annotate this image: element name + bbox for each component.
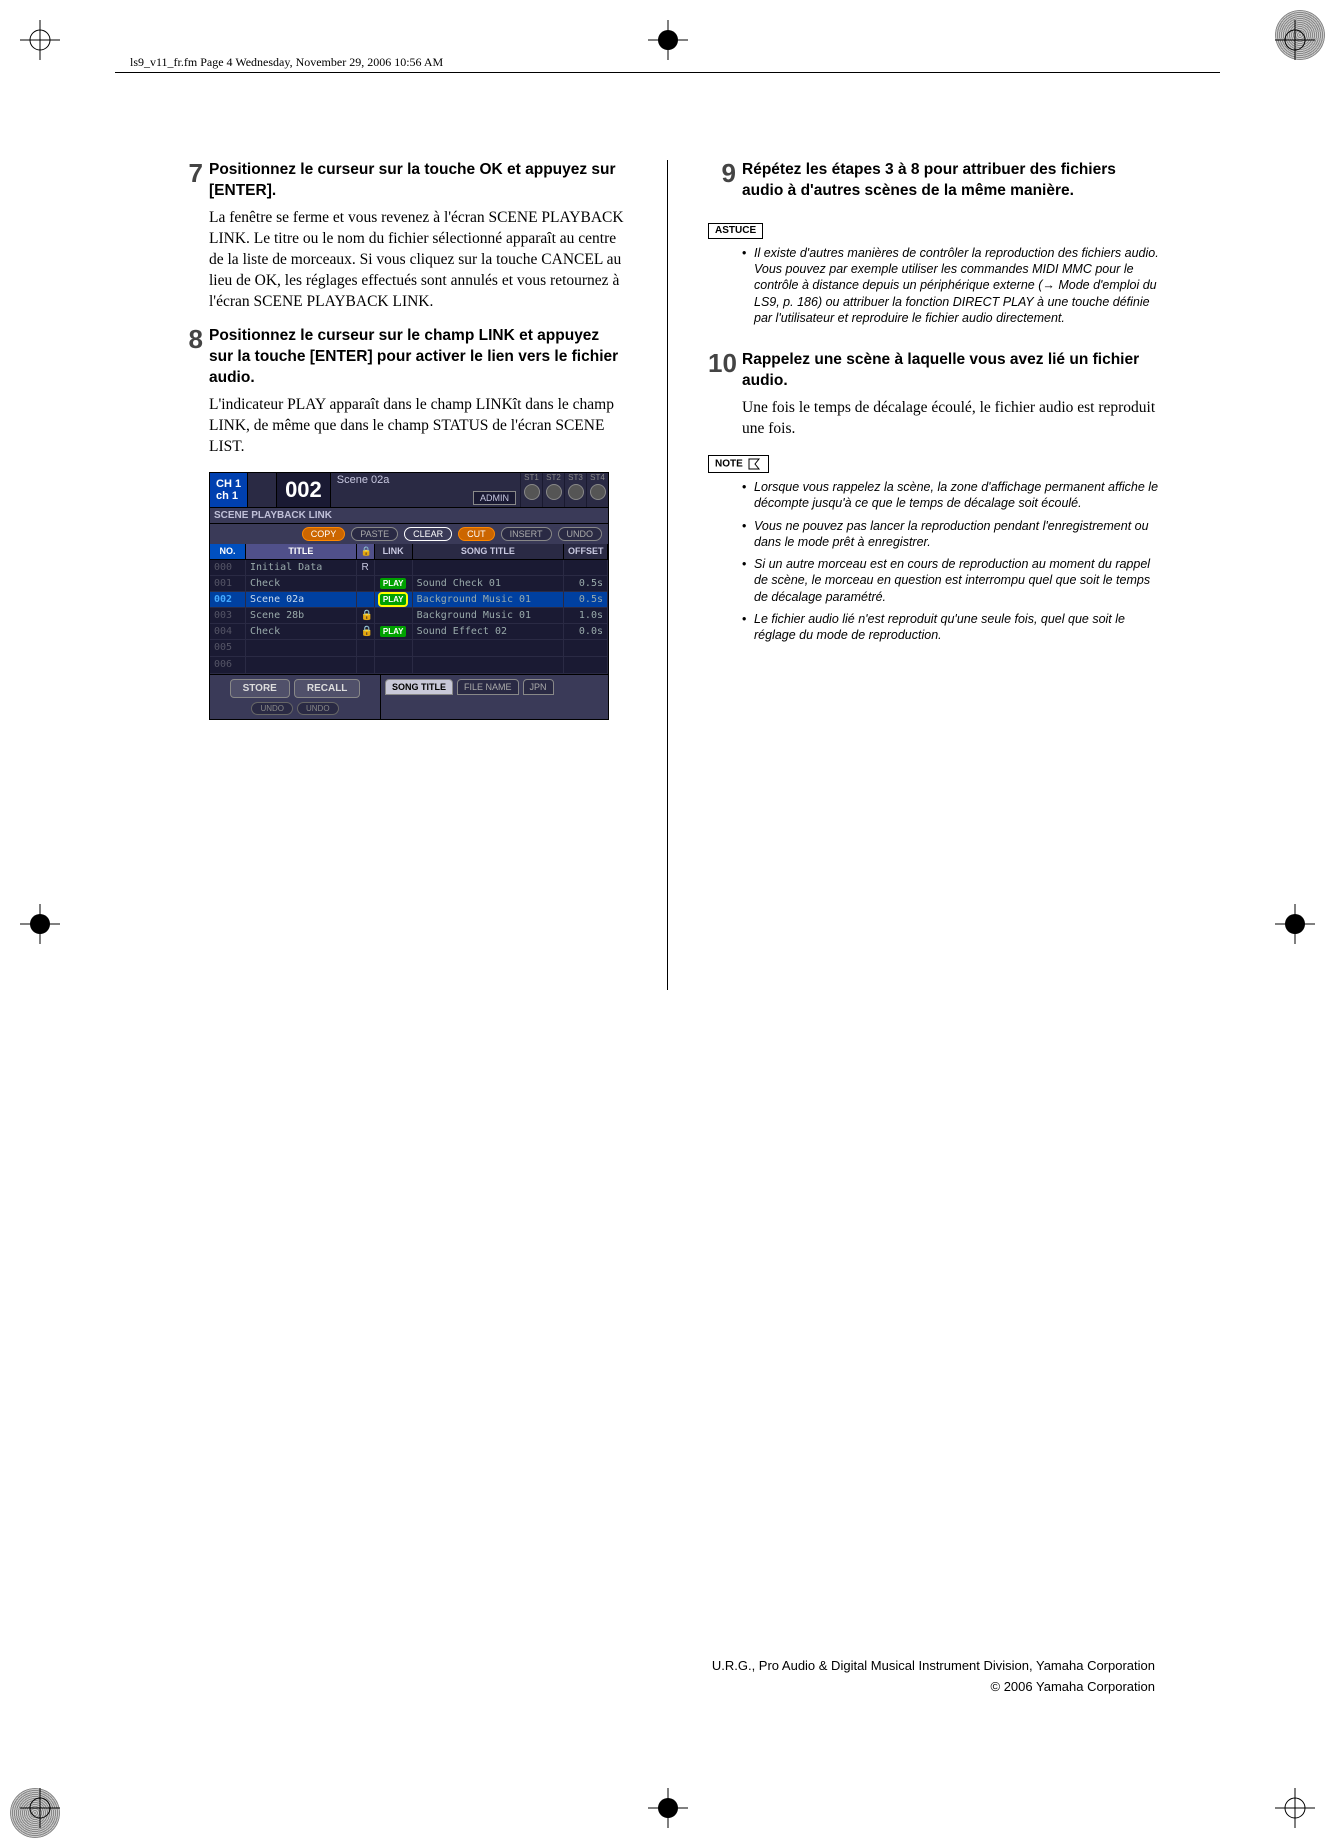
ui-screenshot: CH 1 ch 1 002 Scene 02a ADMIN ST1 ST2 ST… [209,472,609,720]
step-number: 7 [175,160,203,186]
scene-number: 002 [277,473,331,507]
list-item: Le fichier audio lié n'est reproduit qu'… [742,611,1160,644]
astuce-list: Il existe d'autres manières de contrôler… [742,245,1160,326]
astuce-badge: ASTUCE [708,223,763,239]
table-row[interactable]: 004Check🔒PLAYSound Effect 020.0s [210,624,608,640]
table-row[interactable]: 003Scene 28b🔒Background Music 011.0s [210,608,608,624]
step-body: L'indicateur PLAY apparaît dans le champ… [209,395,627,458]
store-button[interactable]: STORE [230,679,290,698]
step-number: 10 [708,350,736,376]
page-footer: U.R.G., Pro Audio & Digital Musical Inst… [712,1656,1155,1698]
table-row[interactable]: 001CheckPLAYSound Check 010.5s [210,576,608,592]
table-row[interactable]: 006 [210,657,608,674]
note-flag-icon [748,458,762,470]
crop-mark-icon [20,1788,60,1828]
step-title: Rappelez une scène à laquelle vous avez … [742,350,1160,392]
header-rule [115,72,1220,73]
crop-mark-icon [20,20,60,60]
table-header: NO. TITLE 🔒 LINK SONG TITLE OFFSET [210,544,608,560]
step-body: La fenêtre se ferme et vous revenez à l'… [209,208,627,313]
section-title: SCENE PLAYBACK LINK [210,507,608,524]
knob-icon [590,484,606,500]
undo-button[interactable]: UNDO [297,702,339,715]
paste-button[interactable]: PASTE [351,527,398,541]
note-list: Lorsque vous rappelez la scène, la zone … [742,479,1160,643]
crop-mark-icon [648,1788,688,1828]
copy-button[interactable]: COPY [302,527,346,541]
column-divider [667,160,668,990]
note-badge: NOTE [708,455,769,473]
recall-button[interactable]: RECALL [294,679,361,698]
undo-button[interactable]: UNDO [251,702,293,715]
crop-mark-icon [648,20,688,60]
tab-song-title[interactable]: SONG TITLE [385,679,453,695]
list-item: Lorsque vous rappelez la scène, la zone … [742,479,1160,512]
page-content: 7 Positionnez le curseur sur la touche O… [175,160,1160,990]
tab-file-name[interactable]: FILE NAME [457,679,519,695]
step-number: 8 [175,326,203,352]
table-row[interactable]: 000Initial DataR [210,560,608,576]
list-item: Il existe d'autres manières de contrôler… [742,245,1160,326]
cut-button[interactable]: CUT [458,527,495,541]
step-title: Répétez les étapes 3 à 8 pour attribuer … [742,160,1160,202]
page-header-meta: ls9_v11_fr.fm Page 4 Wednesday, November… [130,55,443,70]
table-row[interactable]: 002Scene 02aPLAYBackground Music 010.5s [210,592,608,608]
footer-copyright: © 2006 Yamaha Corporation [712,1677,1155,1698]
lock-icon: 🔒 [357,544,375,559]
knob-icon [546,484,562,500]
step-body: Une fois le temps de décalage écoulé, le… [742,398,1160,440]
eq-icon [247,473,277,507]
table-row[interactable]: 005 [210,640,608,657]
undo-button[interactable]: UNDO [558,527,603,541]
step-title: Positionnez le curseur sur le champ LINK… [209,326,627,389]
table-body: 000Initial DataR001CheckPLAYSound Check … [210,560,608,674]
admin-badge: ADMIN [473,491,516,505]
knob-icon [524,484,540,500]
left-column: 7 Positionnez le curseur sur la touche O… [175,160,627,990]
st-meters: ST1 ST2 ST3 ST4 [520,473,608,507]
list-item: Si un autre morceau est en cours de repr… [742,556,1160,605]
tab-jpn[interactable]: JPN [523,679,554,695]
crop-mark-icon [1275,904,1315,944]
crop-mark-icon [1275,1788,1315,1828]
crop-mark-icon [1275,20,1315,60]
knob-icon [568,484,584,500]
insert-button[interactable]: INSERT [501,527,552,541]
clear-button[interactable]: CLEAR [404,527,452,541]
scene-name-area: Scene 02a ADMIN [331,473,520,507]
channel-indicator: CH 1 ch 1 [210,473,247,507]
step-number: 9 [708,160,736,186]
step-title: Positionnez le curseur sur la touche OK … [209,160,627,202]
crop-mark-icon [20,904,60,944]
footer-line: U.R.G., Pro Audio & Digital Musical Inst… [712,1656,1155,1677]
right-column: 9 Répétez les étapes 3 à 8 pour attribue… [708,160,1160,990]
list-item: Vous ne pouvez pas lancer la reproductio… [742,518,1160,551]
